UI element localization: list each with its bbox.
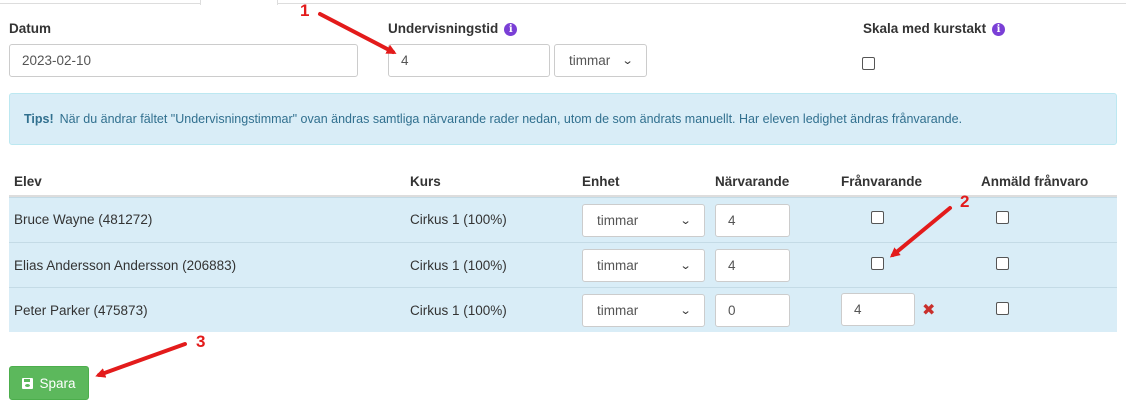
- annotation-number-1: 1: [300, 1, 310, 20]
- annotation-arrow-3: [95, 342, 187, 378]
- annotation-number-2: 2: [960, 192, 970, 211]
- annotation-arrow-2: [889, 206, 952, 258]
- annotation-number-3: 3: [196, 332, 206, 351]
- annotation-arrow-1: [318, 12, 397, 54]
- annotation-arrows: [95, 12, 952, 378]
